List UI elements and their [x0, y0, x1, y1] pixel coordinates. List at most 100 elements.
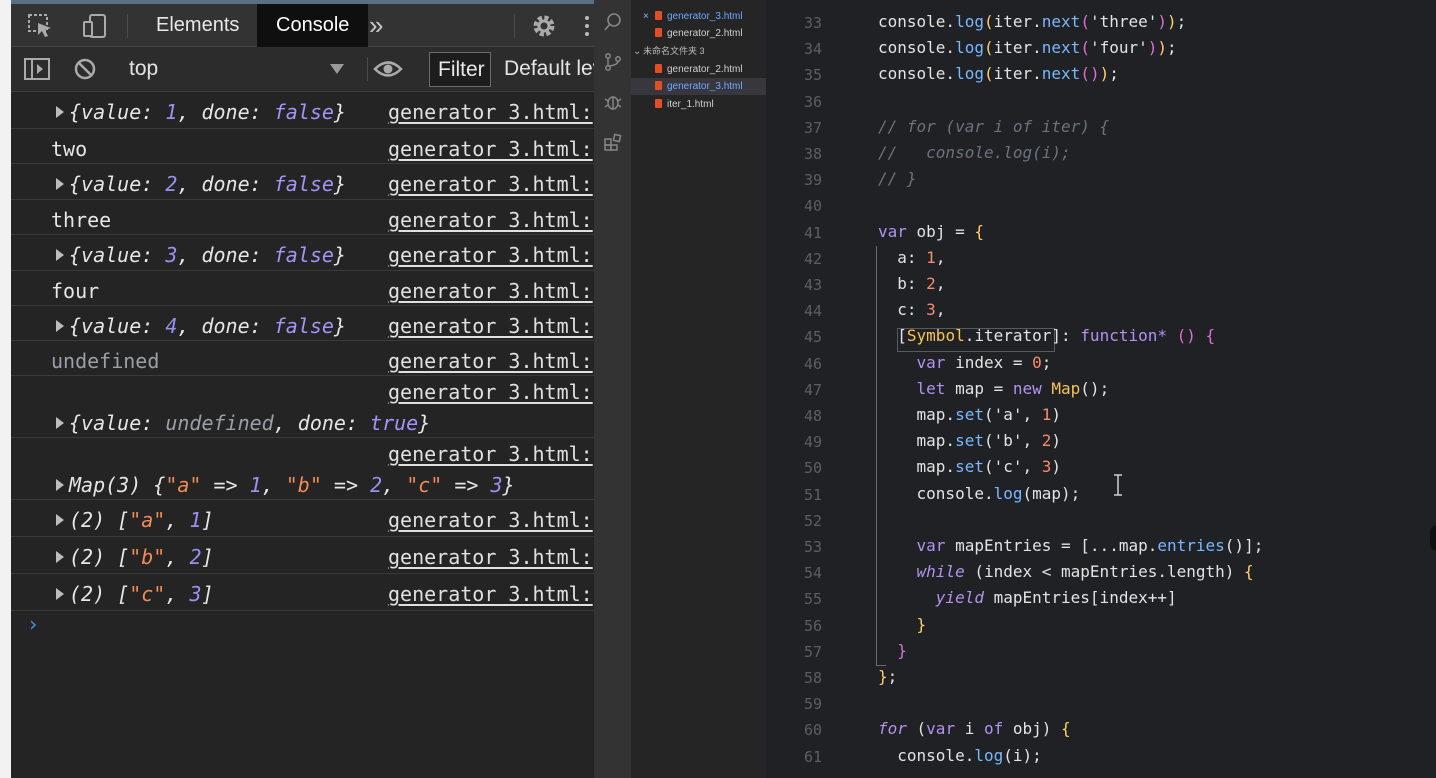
source-link[interactable]: generator_3.html: — [388, 137, 593, 161]
console-message: three generator_3.html: — [11, 200, 594, 235]
code-line: console.log(iter.next('four')); — [878, 38, 1177, 57]
file-name: generator_3.html — [667, 81, 743, 92]
open-editor-item[interactable]: × generator_3.html — [631, 8, 766, 25]
console-message[interactable]: Map(3) {"a" => 1, "b" => 2, "c" => 3} gen… — [11, 438, 594, 500]
live-expression-eye-icon[interactable] — [373, 58, 403, 85]
gear-icon[interactable] — [530, 12, 558, 45]
code-line: console.log(map); — [878, 484, 1081, 503]
toolbar-divider — [514, 14, 515, 38]
source-link[interactable]: generator_3.html: — [388, 349, 593, 373]
kebab-menu-icon[interactable] — [585, 16, 591, 36]
expand-arrow-icon[interactable] — [56, 320, 64, 332]
code-line: } — [878, 615, 927, 634]
code-editor[interactable]: 33 34 35 36 37 38 39 40 41 42 43 44 45 46 47 48 49 50 51 52… — [766, 0, 1436, 778]
source-link[interactable]: generator_3.html: — [388, 279, 593, 303]
console-message[interactable]: {value: 3, done: false} generator_3.html: — [11, 235, 594, 271]
code-line: // } — [878, 169, 917, 188]
source-link[interactable]: generator_3.html: — [388, 508, 593, 532]
source-link[interactable]: generator_3.html: — [388, 243, 593, 267]
code-line: for (var i of obj) { — [878, 719, 1071, 738]
open-editor-item[interactable]: generator_2.html — [631, 25, 766, 42]
log-levels-dropdown[interactable]: Default lev — [504, 57, 594, 81]
line-number: 44 — [803, 302, 822, 320]
source-link[interactable]: generator_3.html: — [388, 100, 593, 124]
code-line: var obj = { — [878, 222, 984, 241]
line-number: 49 — [803, 433, 822, 451]
code-line: console.log(iter.next()); — [878, 64, 1119, 83]
code-line: map.set('c', 3) — [878, 457, 1062, 476]
console-message[interactable]: (2) ["c", 3] generator_3.html: — [11, 574, 594, 611]
file-item[interactable]: generator_2.html — [631, 61, 766, 78]
line-number: 36 — [803, 93, 822, 111]
extensions-icon[interactable] — [603, 132, 623, 152]
context-selector[interactable]: top — [129, 57, 158, 81]
message-text: {value: undefined, done: true} — [69, 411, 431, 435]
more-tabs-icon[interactable]: » — [369, 10, 383, 41]
expand-arrow-icon[interactable] — [56, 417, 64, 429]
console-message[interactable]: (2) ["a", 1] generator_3.html: — [11, 500, 594, 537]
clear-console-icon[interactable] — [73, 57, 97, 86]
source-link[interactable]: generator_3.html: — [388, 314, 593, 338]
expand-arrow-icon[interactable] — [56, 514, 64, 526]
toolbar-divider — [127, 14, 128, 38]
console-prompt[interactable]: › — [27, 612, 39, 636]
source-link[interactable]: generator_3.html: — [388, 208, 593, 232]
message-text: (2) ["b", 2] — [69, 545, 214, 569]
code-line: b: 2, — [878, 274, 946, 293]
source-control-icon[interactable] — [603, 52, 623, 72]
line-number: 58 — [803, 669, 822, 687]
scroll-handle[interactable] — [1430, 525, 1436, 551]
line-number: 40 — [803, 197, 822, 215]
expand-arrow-icon[interactable] — [56, 588, 64, 600]
console-message[interactable]: (2) ["b", 2] generator_3.html: — [11, 537, 594, 574]
console-message[interactable]: {value: 1, done: false} generator_3.html: — [11, 92, 594, 129]
expand-arrow-icon[interactable] — [56, 479, 64, 491]
code-line: [Symbol.iterator]: function* () { — [878, 326, 1216, 345]
file-item[interactable]: generator_3.html — [631, 78, 766, 95]
line-number: 48 — [803, 407, 822, 425]
search-icon[interactable] — [603, 12, 623, 32]
file-item[interactable]: iter_1.html — [631, 96, 766, 113]
console-message[interactable]: {value: undefined, done: true} generator_… — [11, 376, 594, 438]
line-number: 61 — [803, 748, 822, 766]
device-toolbar-icon[interactable] — [81, 13, 109, 39]
console-message[interactable]: {value: 2, done: false} generator_3.html: — [11, 164, 594, 200]
console-messages: {value: 1, done: false} generator_3.html:… — [11, 92, 594, 778]
console-message[interactable]: {value: 4, done: false} generator_3.html: — [11, 306, 594, 341]
inspect-element-icon[interactable] — [27, 13, 55, 39]
close-icon[interactable]: × — [643, 8, 649, 25]
code-line: console.log(i); — [878, 746, 1042, 765]
console-message: four generator_3.html: — [11, 271, 594, 306]
source-link[interactable]: generator_3.html: — [388, 545, 593, 569]
file-explorer: × generator_3.html generator_2.html ⌄ 未命… — [631, 0, 766, 778]
expand-arrow-icon[interactable] — [56, 178, 64, 190]
source-link[interactable]: generator_3.html: — [388, 582, 593, 606]
html-file-icon — [655, 28, 662, 37]
message-text: two — [51, 137, 88, 161]
code-line: // console.log(i); — [878, 143, 1071, 162]
tab-elements[interactable]: Elements — [137, 4, 258, 47]
expand-arrow-icon[interactable] — [56, 249, 64, 261]
source-link[interactable]: generator_3.html: — [388, 172, 593, 196]
code-editor-window: × generator_3.html generator_2.html ⌄ 未命… — [594, 0, 1436, 778]
source-link[interactable]: generator_3.html: — [388, 442, 593, 466]
line-number: 41 — [803, 224, 822, 242]
line-number-gutter: 33 34 35 36 37 38 39 40 41 42 43 44 45 46 47 48 49 50 51 52… — [766, 0, 836, 778]
code-line: var index = 0; — [878, 353, 1052, 372]
debug-icon[interactable] — [603, 92, 623, 112]
toolbar-divider — [367, 57, 368, 81]
chevron-down-icon[interactable] — [330, 64, 344, 74]
message-text: undefined — [51, 349, 160, 373]
expand-arrow-icon[interactable] — [56, 106, 64, 118]
tab-console[interactable]: Console — [257, 4, 369, 47]
line-number: 39 — [803, 171, 822, 189]
filter-input[interactable]: Filter — [429, 52, 491, 87]
folder-header[interactable]: ⌄ 未命名文件夹 3 — [631, 43, 766, 60]
line-number: 60 — [803, 721, 822, 739]
expand-arrow-icon[interactable] — [56, 551, 64, 563]
source-link[interactable]: generator_3.html: — [388, 380, 593, 404]
sidebar-toggle-icon[interactable] — [23, 57, 51, 86]
code-line: map.set('b', 2) — [878, 431, 1062, 450]
code-line: map.set('a', 1) — [878, 405, 1062, 424]
html-file-icon — [655, 81, 662, 90]
